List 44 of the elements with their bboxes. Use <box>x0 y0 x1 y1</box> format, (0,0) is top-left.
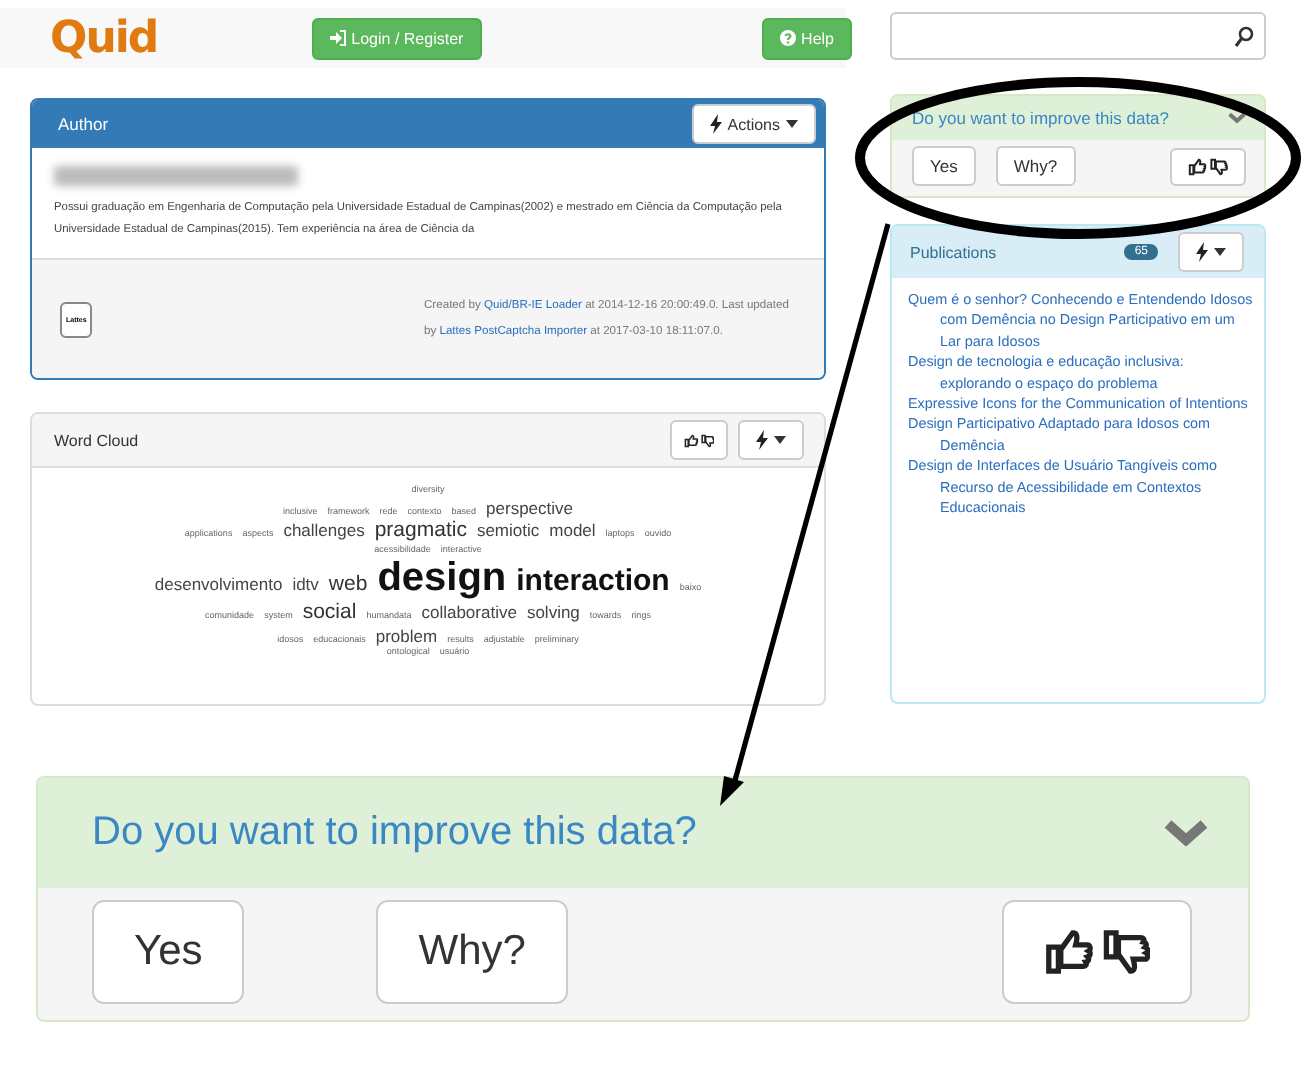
panel-title: Author <box>58 114 109 134</box>
caret-icon <box>786 120 798 128</box>
cloud-word: collaborative <box>421 604 517 621</box>
thumbs-up-down-icon <box>683 433 714 447</box>
yes-button[interactable]: Yes <box>912 146 976 186</box>
search-field[interactable] <box>890 12 1266 60</box>
cloud-word: semiotic <box>476 522 540 539</box>
cloud-word: model <box>549 522 596 539</box>
question-text: Do you want to improve this data? <box>92 810 697 856</box>
panel-title: Word Cloud <box>54 431 139 449</box>
lightning-icon <box>756 430 768 450</box>
thumbs-up-down-icon <box>1188 157 1228 175</box>
options-button[interactable] <box>738 420 804 460</box>
cloud-word: solving <box>526 604 580 621</box>
cloud-word: social <box>302 602 357 623</box>
why-button[interactable]: Why? <box>376 900 568 1004</box>
cloud-word: design <box>377 558 507 598</box>
cloud-word: problem <box>375 627 438 644</box>
cloud-word: idtv <box>292 576 319 593</box>
cloud-word: web <box>328 574 368 595</box>
cloud-word: pragmatic <box>374 520 467 541</box>
panel-title: Publications <box>910 243 997 261</box>
sign-in-icon <box>329 30 346 46</box>
rate-button[interactable] <box>669 420 728 460</box>
caret-icon <box>1214 248 1226 256</box>
chevron-down-icon[interactable] <box>1228 112 1246 124</box>
search-icon[interactable] <box>1234 25 1254 47</box>
cloud-word: challenges <box>283 522 365 539</box>
lightning-icon <box>709 114 722 134</box>
yes-button[interactable]: Yes <box>92 900 245 1004</box>
cloud-word: perspective <box>486 499 574 516</box>
rate-button[interactable] <box>1170 147 1246 185</box>
actions-button[interactable]: Actions <box>691 104 816 144</box>
rate-button[interactable] <box>1002 900 1192 1004</box>
thumbs-up-down-icon <box>1044 928 1150 976</box>
lightning-icon <box>1196 242 1208 262</box>
cloud-word: desenvolvimento <box>154 576 283 593</box>
why-button[interactable]: Why? <box>995 146 1076 186</box>
caret-icon <box>774 436 786 444</box>
quid-logo[interactable]: Quid <box>50 13 158 63</box>
options-button[interactable] <box>1178 232 1244 272</box>
question-text: Do you want to improve this data? <box>912 108 1170 128</box>
cloud-word: interaction <box>516 566 670 596</box>
help-icon <box>779 30 796 46</box>
